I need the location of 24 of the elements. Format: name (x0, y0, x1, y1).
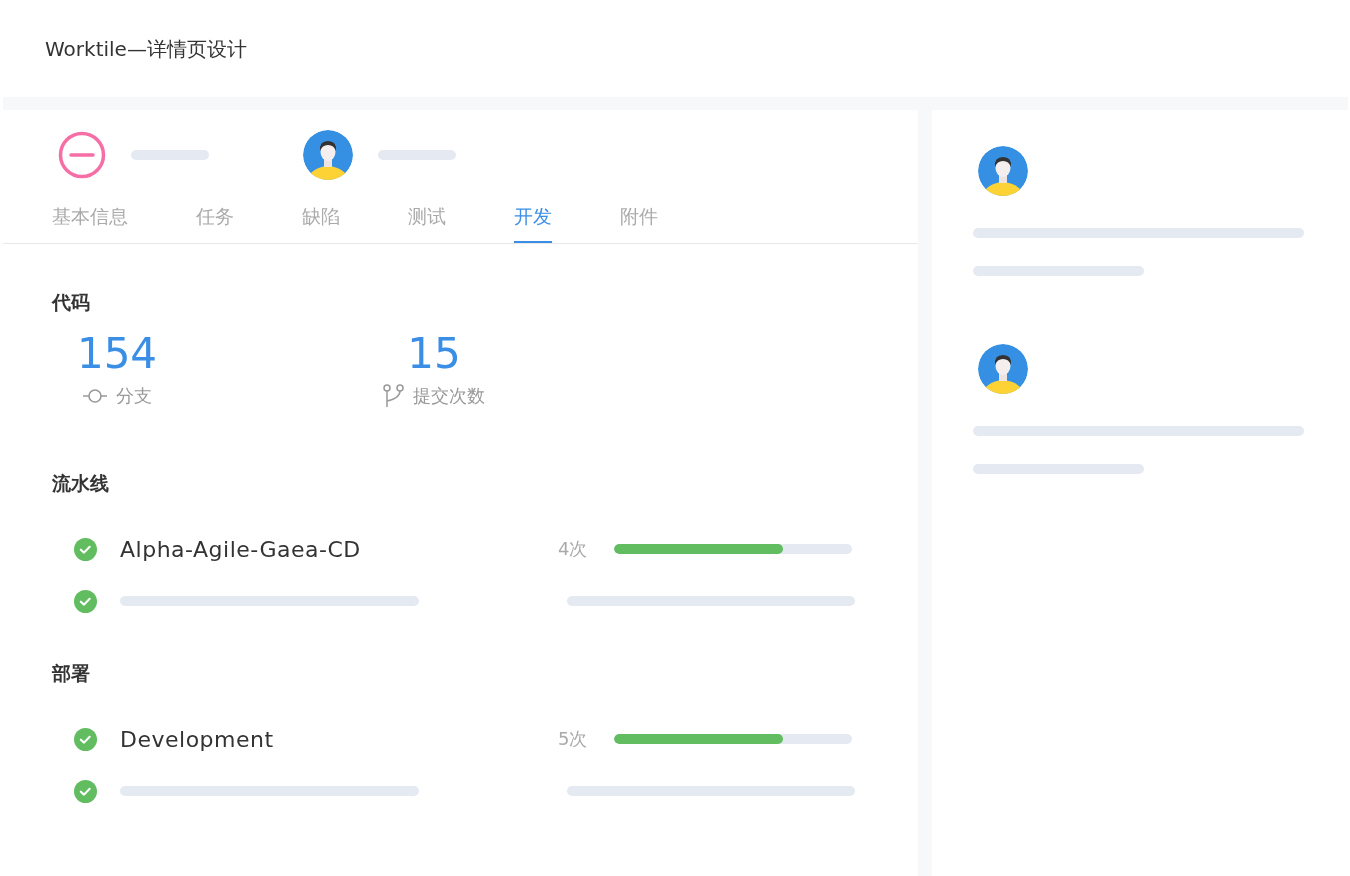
avatar-icon (978, 344, 1028, 394)
section-title: 部署 (52, 661, 91, 686)
branch-icon (383, 384, 405, 408)
tab[interactable]: 开发 (514, 200, 552, 243)
tab[interactable]: 测试 (408, 200, 446, 243)
stat-label: 分支 (116, 384, 152, 408)
stat-value: 154 (76, 328, 158, 380)
tab[interactable]: 任务 (196, 200, 234, 243)
pipeline-name[interactable]: Development (120, 726, 558, 752)
commit-icon (82, 387, 108, 405)
run-count: 5次 (558, 727, 589, 751)
pipeline-name[interactable]: Alpha-Agile-Gaea-CD (120, 536, 558, 562)
blocked-icon (58, 131, 106, 179)
section-title: 流水线 (52, 471, 110, 496)
section-title: 代码 (52, 290, 91, 315)
run-count: 4次 (558, 537, 589, 561)
stat-label: 提交次数 (413, 384, 485, 408)
tab[interactable]: 缺陷 (302, 200, 340, 243)
page-title: Worktile—详情页设计 (45, 36, 247, 63)
avatar-icon (303, 130, 353, 180)
tab[interactable]: 基本信息 (52, 200, 128, 243)
tab[interactable]: 附件 (620, 200, 658, 243)
stat-value: 15 (407, 328, 461, 380)
avatar-icon (978, 146, 1028, 196)
